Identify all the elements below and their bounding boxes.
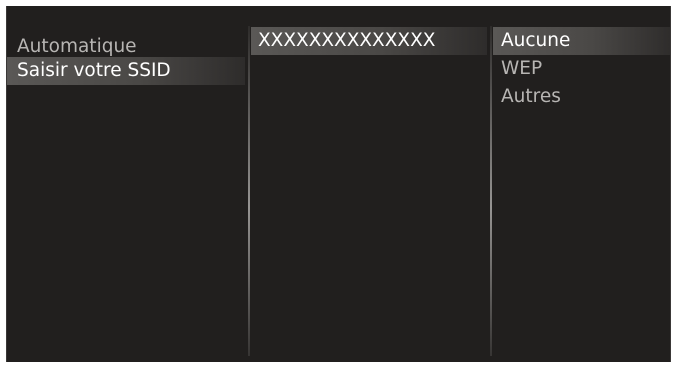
tv-settings-screen: Automatique Saisir votre SSID XXXXXXXXXX…	[6, 6, 671, 362]
security-option-wep[interactable]: WEP	[493, 55, 670, 83]
security-type-list: Aucune WEP Autres	[493, 6, 670, 362]
security-option-autres[interactable]: Autres	[493, 83, 670, 111]
ssid-column: XXXXXXXXXXXXXX	[251, 6, 489, 362]
column-divider-2	[490, 26, 492, 356]
column-divider-1	[248, 26, 250, 356]
option-saisir-ssid[interactable]: Saisir votre SSID	[7, 57, 245, 85]
ssid-value-field[interactable]: XXXXXXXXXXXXXX	[251, 27, 487, 55]
security-option-aucune[interactable]: Aucune	[493, 27, 670, 55]
connection-method-list: Automatique Saisir votre SSID	[7, 6, 247, 362]
